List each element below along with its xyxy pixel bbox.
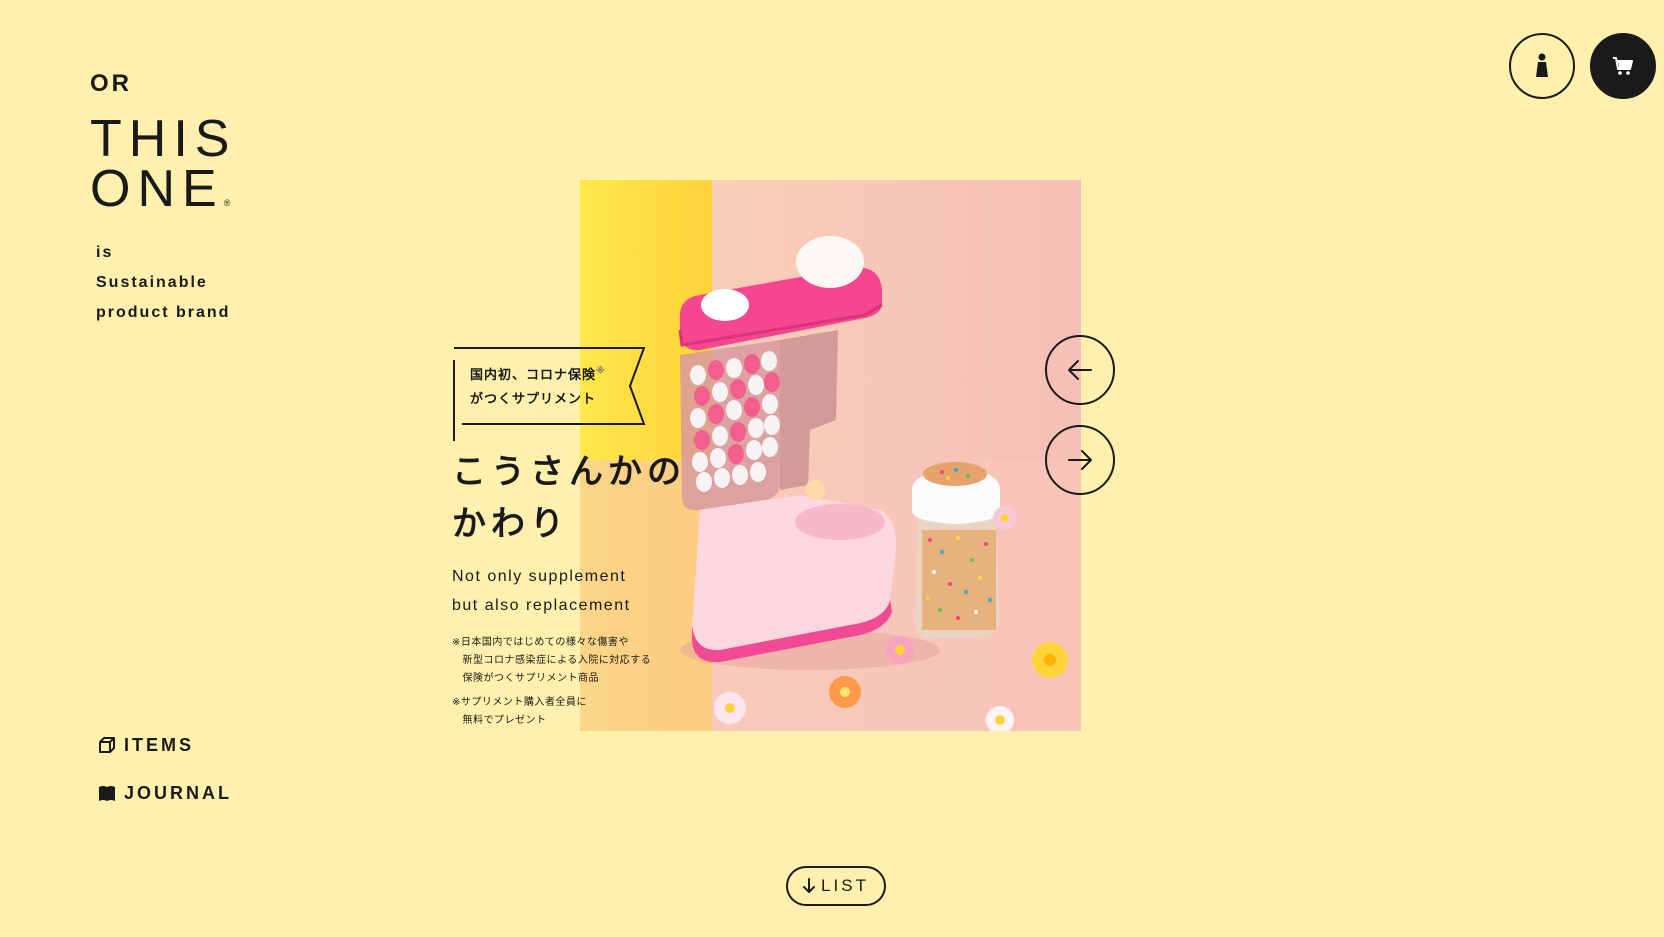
slide-copy: 国内初、コロナ保険※ がつくサプリメント こうさんかの かわり Not only… xyxy=(452,346,712,730)
headline-line-2: かわり xyxy=(452,505,569,543)
person-icon xyxy=(1536,53,1548,77)
arrow-right-icon xyxy=(1068,450,1092,470)
slide-note-1: ※日本国内ではじめての様々な傷害や 新型コロナ感染症による入院に対応する 保険が… xyxy=(452,637,652,684)
logo-wordmark: THIS ONE® xyxy=(90,110,237,228)
brand-logo[interactable]: OR THIS ONE® is Sustainable product bran… xyxy=(90,70,236,328)
account-button[interactable] xyxy=(1509,33,1575,99)
subtitle-line-2: but also replacement xyxy=(452,597,631,614)
slide-note-2: ※サプリメント購入者全員に 無料でプレゼント xyxy=(452,697,587,726)
side-nav: ITEMS JOURNAL xyxy=(98,732,232,828)
arrow-down-icon xyxy=(803,878,816,893)
nav-item-label: JOURNAL xyxy=(124,782,233,803)
slide-headline: こうさんかの かわり xyxy=(452,446,712,550)
subtitle-line-1: Not only supplement xyxy=(452,568,627,585)
box-icon xyxy=(99,737,115,753)
logo-prefix: OR xyxy=(90,70,132,97)
tagline-line-2: Sustainable xyxy=(96,274,208,291)
cart-icon xyxy=(1613,57,1633,75)
logo-line-2: ONE xyxy=(90,160,224,218)
nav-item-label: ITEMS xyxy=(124,734,195,755)
list-button-label: LIST xyxy=(821,876,869,895)
cart-button[interactable] xyxy=(1590,33,1656,99)
banner-line-2: がつくサプリメント xyxy=(470,391,597,406)
nav-item-journal[interactable]: JOURNAL xyxy=(98,780,232,806)
registered-mark: ® xyxy=(223,198,231,208)
logo-line-1: THIS xyxy=(90,110,237,168)
nav-item-items[interactable]: ITEMS xyxy=(98,732,232,758)
slide-banner: 国内初、コロナ保険※ がつくサプリメント xyxy=(452,346,652,441)
arrow-left-icon xyxy=(1068,360,1092,380)
tagline-line-1: is xyxy=(96,244,114,261)
banner-line-1: 国内初、コロナ保険※ xyxy=(470,365,606,382)
slide-subtitle: Not only supplement but also replacement xyxy=(452,562,712,620)
prev-slide-button[interactable] xyxy=(1045,335,1115,405)
next-slide-button[interactable] xyxy=(1045,425,1115,495)
book-icon xyxy=(99,786,115,801)
list-button[interactable]: LIST xyxy=(786,866,886,906)
headline-line-1: こうさんかの xyxy=(452,453,686,491)
tagline-line-3: product brand xyxy=(96,304,231,321)
note-mark: ※ xyxy=(596,365,606,376)
brand-tagline: is Sustainable product brand xyxy=(96,238,236,328)
